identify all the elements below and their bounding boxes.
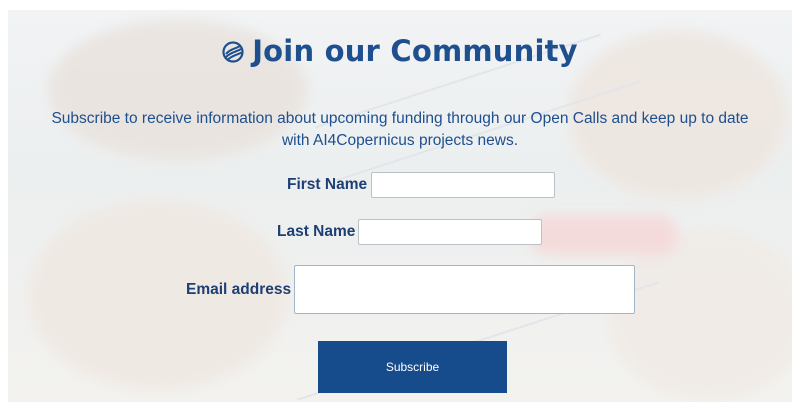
email-input[interactable]: [294, 265, 636, 314]
background-shape: [608, 230, 792, 400]
first-name-label: First Name: [287, 176, 368, 193]
email-label: Email address: [186, 280, 292, 298]
section-title: Join our Community: [0, 34, 800, 68]
globe-swirl-icon: [222, 36, 244, 63]
background-shape: [528, 215, 678, 255]
last-name-input[interactable]: [358, 219, 543, 245]
last-name-label: Last Name: [277, 223, 356, 240]
last-name-row: Last Name: [277, 219, 543, 245]
section-description: Subscribe to receive information about u…: [51, 110, 749, 149]
newsletter-section: Join our Community Subscribe to receive …: [0, 0, 800, 410]
first-name-row: First Name: [287, 172, 556, 198]
email-row: Email address: [186, 265, 636, 314]
section-title-text: Join our Community: [252, 34, 578, 68]
first-name-input[interactable]: [371, 172, 556, 198]
subscribe-button[interactable]: Subscribe: [318, 341, 507, 393]
